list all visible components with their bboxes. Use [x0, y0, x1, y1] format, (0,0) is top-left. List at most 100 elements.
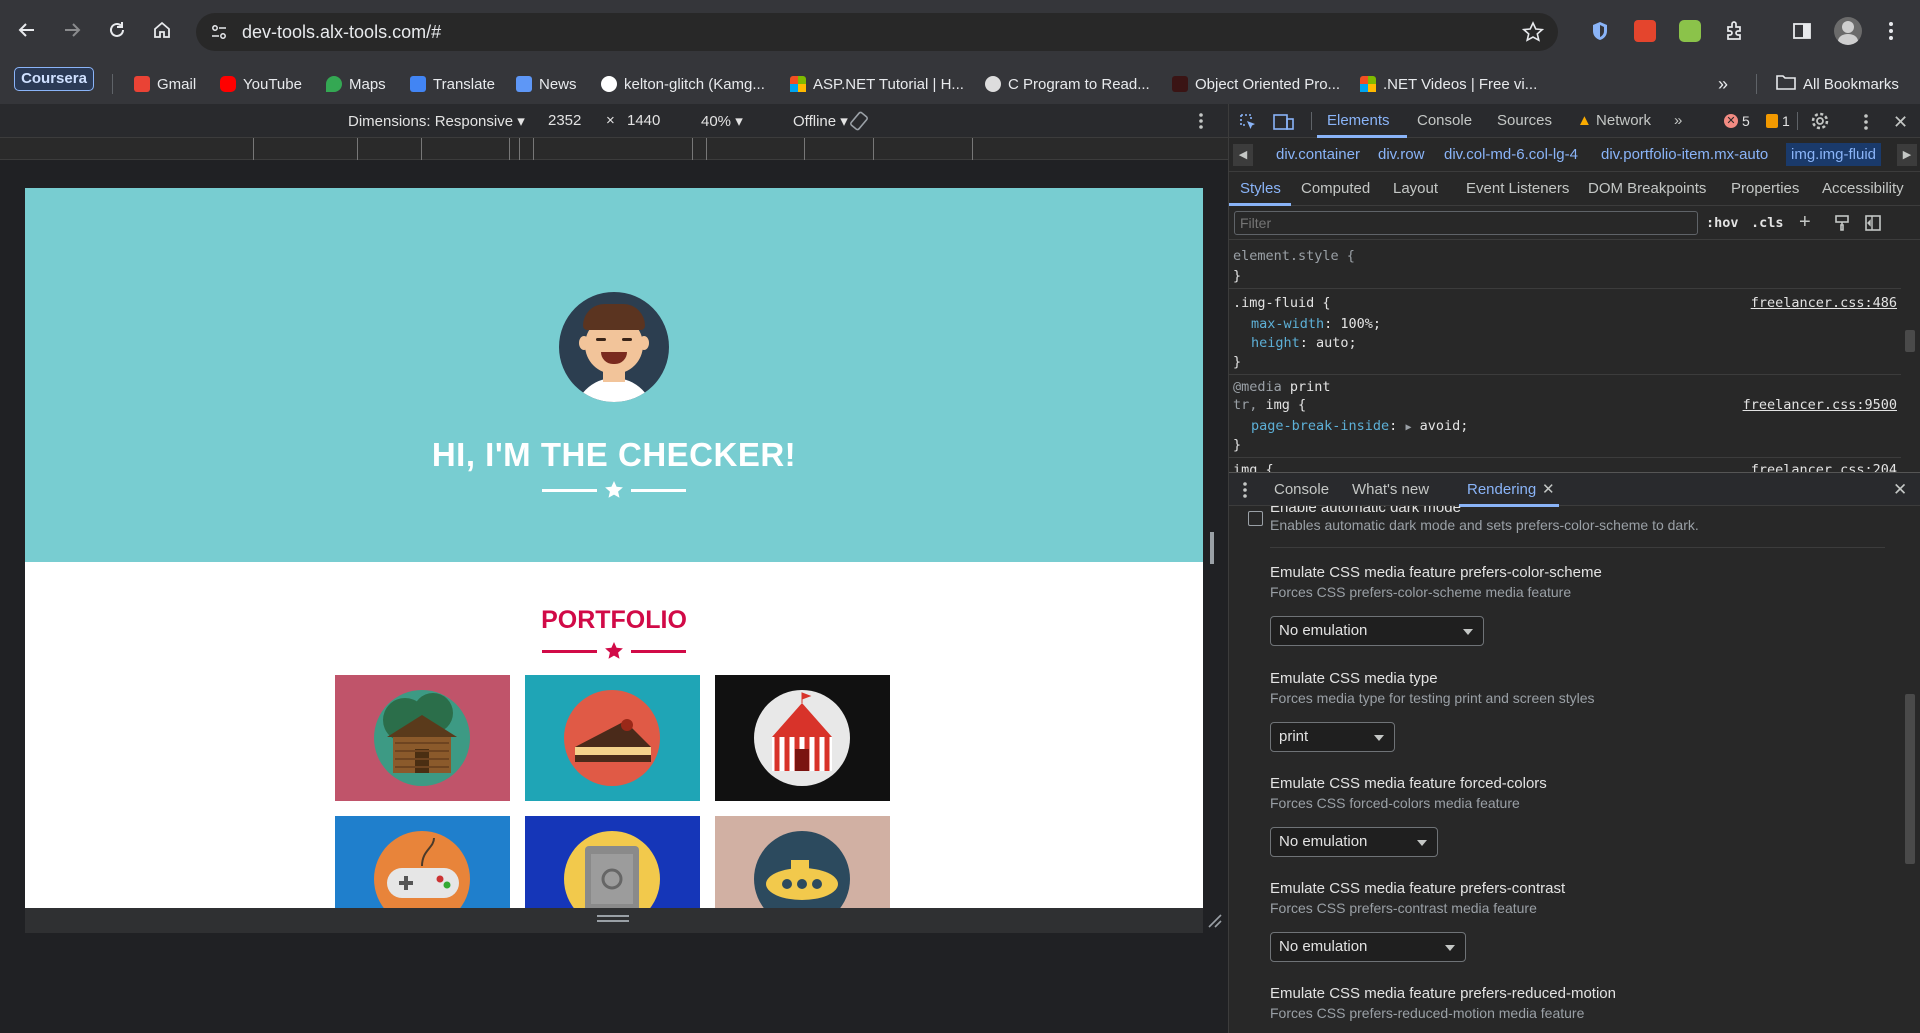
breadcrumb-item[interactable]: div.col-md-6.col-lg-4	[1444, 146, 1578, 163]
side-panel-icon[interactable]	[1791, 20, 1813, 47]
viewport-resize-bar[interactable]	[25, 908, 1203, 933]
portfolio-item-controller[interactable]	[335, 816, 510, 908]
portfolio-item-submarine[interactable]	[715, 816, 890, 908]
more-menu-icon[interactable]	[1888, 20, 1894, 47]
prefers-color-scheme-select[interactable]: No emulation	[1270, 616, 1484, 646]
bookmark-translate[interactable]: Translate	[410, 73, 495, 95]
media-type-select[interactable]: print	[1270, 722, 1395, 752]
styles-filter-input[interactable]	[1234, 211, 1698, 235]
zoom-dropdown[interactable]: 40% ▾	[701, 112, 743, 130]
close-drawer-icon[interactable]: ✕	[1893, 480, 1907, 500]
breadcrumb-left-icon[interactable]: ◀	[1233, 144, 1253, 166]
extensions-puzzle-icon[interactable]	[1724, 20, 1746, 47]
device-more-icon[interactable]	[1198, 112, 1204, 134]
bookmark-coursera[interactable]: Coursera	[14, 67, 94, 91]
css-source-link[interactable]: freelancer.css:204	[1751, 462, 1897, 472]
site-info-icon[interactable]	[210, 23, 228, 46]
more-tabs-chevron-icon[interactable]: »	[1674, 112, 1682, 129]
toggle-sidebar-icon[interactable]	[1864, 214, 1882, 237]
settings-gear-icon[interactable]	[1810, 111, 1830, 135]
inspect-element-icon[interactable]	[1238, 112, 1258, 136]
close-rendering-tab-icon[interactable]: ✕	[1542, 480, 1555, 498]
warning-count-badge[interactable]: 1	[1766, 113, 1790, 129]
bookmark-maps[interactable]: Maps	[326, 73, 386, 95]
subtab-styles[interactable]: Styles	[1240, 180, 1281, 197]
throttle-dropdown[interactable]: Offline ▾	[793, 112, 848, 130]
styles-scrollbar[interactable]	[1905, 330, 1915, 352]
subtab-layout[interactable]: Layout	[1393, 180, 1438, 197]
media-query-ruler[interactable]	[0, 138, 1228, 160]
css-declaration[interactable]: height: auto;	[1251, 335, 1357, 351]
bookmark-gmail[interactable]: Gmail	[134, 73, 196, 95]
extension-icon[interactable]	[1679, 20, 1701, 42]
reload-icon[interactable]	[101, 14, 133, 46]
css-declaration[interactable]: page-break-inside: ▶ avoid;	[1251, 418, 1468, 434]
home-icon[interactable]	[146, 14, 178, 46]
address-bar[interactable]: dev-tools.alx-tools.com/#	[196, 13, 1558, 51]
url-text[interactable]: dev-tools.alx-tools.com/#	[242, 22, 441, 43]
profile-avatar[interactable]	[1834, 17, 1862, 45]
portfolio-item-cake[interactable]	[525, 675, 700, 801]
breadcrumb-item[interactable]: div.container	[1276, 146, 1360, 163]
css-declaration[interactable]: max-width: 100%;	[1251, 316, 1381, 332]
portfolio-item-circus[interactable]	[715, 675, 890, 801]
shield-extension-icon[interactable]	[1589, 20, 1611, 47]
drawer-tab-whats-new[interactable]: What's new	[1352, 481, 1429, 498]
tab-sources[interactable]: Sources	[1497, 112, 1552, 129]
bookmark-github[interactable]: kelton-glitch (Kamg...	[601, 73, 765, 95]
bookmark-youtube[interactable]: YouTube	[220, 73, 302, 95]
corner-resize-icon[interactable]	[1206, 912, 1222, 933]
width-input[interactable]: 2352	[548, 112, 581, 129]
bookmark-aspnet[interactable]: ASP.NET Tutorial | H...	[790, 73, 964, 95]
drawer-tab-console[interactable]: Console	[1274, 481, 1329, 498]
forced-colors-select[interactable]: No emulation	[1270, 827, 1438, 857]
error-count-badge[interactable]: ✕ 5	[1724, 113, 1750, 129]
element-style-selector[interactable]: element.style {	[1233, 248, 1355, 264]
subtab-properties[interactable]: Properties	[1731, 180, 1799, 197]
device-toolbar-icon[interactable]	[1273, 112, 1295, 136]
back-icon[interactable]	[11, 14, 43, 46]
portfolio-item-safe[interactable]	[525, 816, 700, 908]
breadcrumb-item[interactable]: div.portfolio-item.mx-auto	[1601, 146, 1768, 163]
portfolio-item-cabin[interactable]	[335, 675, 510, 801]
tab-elements[interactable]: Elements	[1327, 112, 1390, 129]
close-devtools-icon[interactable]: ✕	[1893, 112, 1908, 133]
css-source-link[interactable]: freelancer.css:9500	[1743, 397, 1897, 413]
bookmark-oop[interactable]: Object Oriented Pro...	[1172, 73, 1340, 95]
dark-mode-checkbox[interactable]	[1248, 511, 1263, 526]
tab-network[interactable]: ▲ Network	[1577, 112, 1651, 129]
img-print-selector[interactable]: tr, img {	[1233, 397, 1306, 413]
rotate-icon[interactable]	[848, 110, 870, 136]
hov-button[interactable]: :hov	[1706, 215, 1739, 231]
tab-console[interactable]: Console	[1417, 112, 1472, 129]
bookmark-c-program[interactable]: C Program to Read...	[985, 73, 1150, 95]
subtab-computed[interactable]: Computed	[1301, 180, 1370, 197]
devtools-more-icon[interactable]	[1863, 113, 1869, 135]
new-rule-plus-icon[interactable]: +	[1799, 211, 1811, 234]
prefers-contrast-select[interactable]: No emulation	[1270, 932, 1466, 962]
more-bookmarks-chevron-icon[interactable]: »	[1718, 73, 1728, 95]
rendering-scrollbar[interactable]	[1905, 694, 1915, 864]
extension-icon[interactable]	[1634, 20, 1656, 42]
cls-button[interactable]: .cls	[1751, 215, 1784, 231]
breadcrumb-item-active[interactable]: img.img-fluid	[1786, 143, 1882, 166]
bookmark-dotnet[interactable]: .NET Videos | Free vi...	[1360, 73, 1537, 95]
img-selector[interactable]: img {	[1233, 462, 1274, 472]
drawer-tab-rendering[interactable]: Rendering	[1467, 481, 1536, 498]
paint-brush-icon[interactable]	[1833, 214, 1851, 237]
bookmark-star-icon[interactable]	[1521, 21, 1545, 48]
all-bookmarks-button[interactable]: All Bookmarks	[1776, 73, 1899, 95]
css-source-link[interactable]: freelancer.css:486	[1751, 295, 1897, 311]
bookmark-news[interactable]: News	[516, 73, 577, 95]
subtab-event-listeners[interactable]: Event Listeners	[1466, 180, 1569, 197]
resize-handle[interactable]	[597, 915, 629, 917]
breadcrumb-item[interactable]: div.row	[1378, 146, 1424, 163]
side-resize-handle[interactable]	[1210, 532, 1214, 564]
breadcrumb-right-icon[interactable]: ▶	[1897, 144, 1917, 166]
subtab-dom-breakpoints[interactable]: DOM Breakpoints	[1588, 180, 1706, 197]
forward-icon[interactable]	[56, 14, 88, 46]
img-fluid-selector[interactable]: .img-fluid {	[1233, 295, 1331, 311]
height-input[interactable]: 1440	[627, 112, 660, 129]
subtab-accessibility[interactable]: Accessibility	[1822, 180, 1904, 197]
resize-handle[interactable]	[597, 920, 629, 922]
